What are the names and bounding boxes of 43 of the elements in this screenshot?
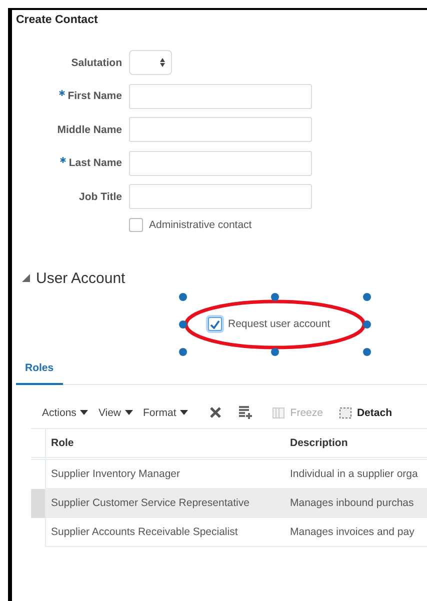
spinner-icon [160,58,165,67]
menu-button[interactable]: View [98,406,134,418]
collapse-triangle-icon[interactable] [22,274,30,282]
table-cell: Supplier Customer Service Representative [46,488,285,518]
selection-handle[interactable] [179,320,187,328]
selection-handle[interactable] [363,292,371,300]
selection-handle[interactable] [271,292,279,300]
checkbox[interactable] [129,218,143,232]
menu-button[interactable]: Actions [42,406,88,418]
table-cell: Manages inbound purchas [285,488,427,518]
checkbox-label: Request user account [228,318,330,330]
selection-handle[interactable] [179,348,187,356]
text-field[interactable] [129,117,312,142]
checkbox-label: Administrative contact [149,218,252,230]
dialog-title: Create Contact [15,13,99,26]
caret-icon [180,410,188,415]
text-field[interactable] [129,184,312,209]
add-row-icon [239,406,252,419]
field-label: Salutation [70,56,122,68]
field-label: Last Name [12,157,122,169]
table-cell: Supplier Accounts Receivable Specialist [46,518,285,546]
selection-handle[interactable] [363,348,371,356]
caret-icon [80,410,88,415]
table-cell: Manages invoices and pay [285,518,427,546]
dashed-frame-icon [338,406,352,418]
selection-handle[interactable] [179,292,187,300]
checkbox[interactable] [208,317,222,331]
caret-icon [125,410,134,415]
selection-handle[interactable] [271,348,279,356]
field-label: Job Title [78,190,122,202]
field-label: Middle Name [56,124,122,136]
selection-handle[interactable] [363,320,371,328]
text-field[interactable] [129,84,312,108]
text-field[interactable] [129,150,312,176]
column-header[interactable]: Role [46,428,285,460]
tab[interactable]: Roles [16,358,63,384]
columns-icon [272,406,286,418]
column-header[interactable]: Description [285,428,427,460]
field-label: First Name [12,90,122,102]
menu-button[interactable]: Format [143,406,188,418]
close-icon [210,407,222,418]
detach-button[interactable]: Detach [332,406,392,418]
section-title: User Account [36,270,126,286]
